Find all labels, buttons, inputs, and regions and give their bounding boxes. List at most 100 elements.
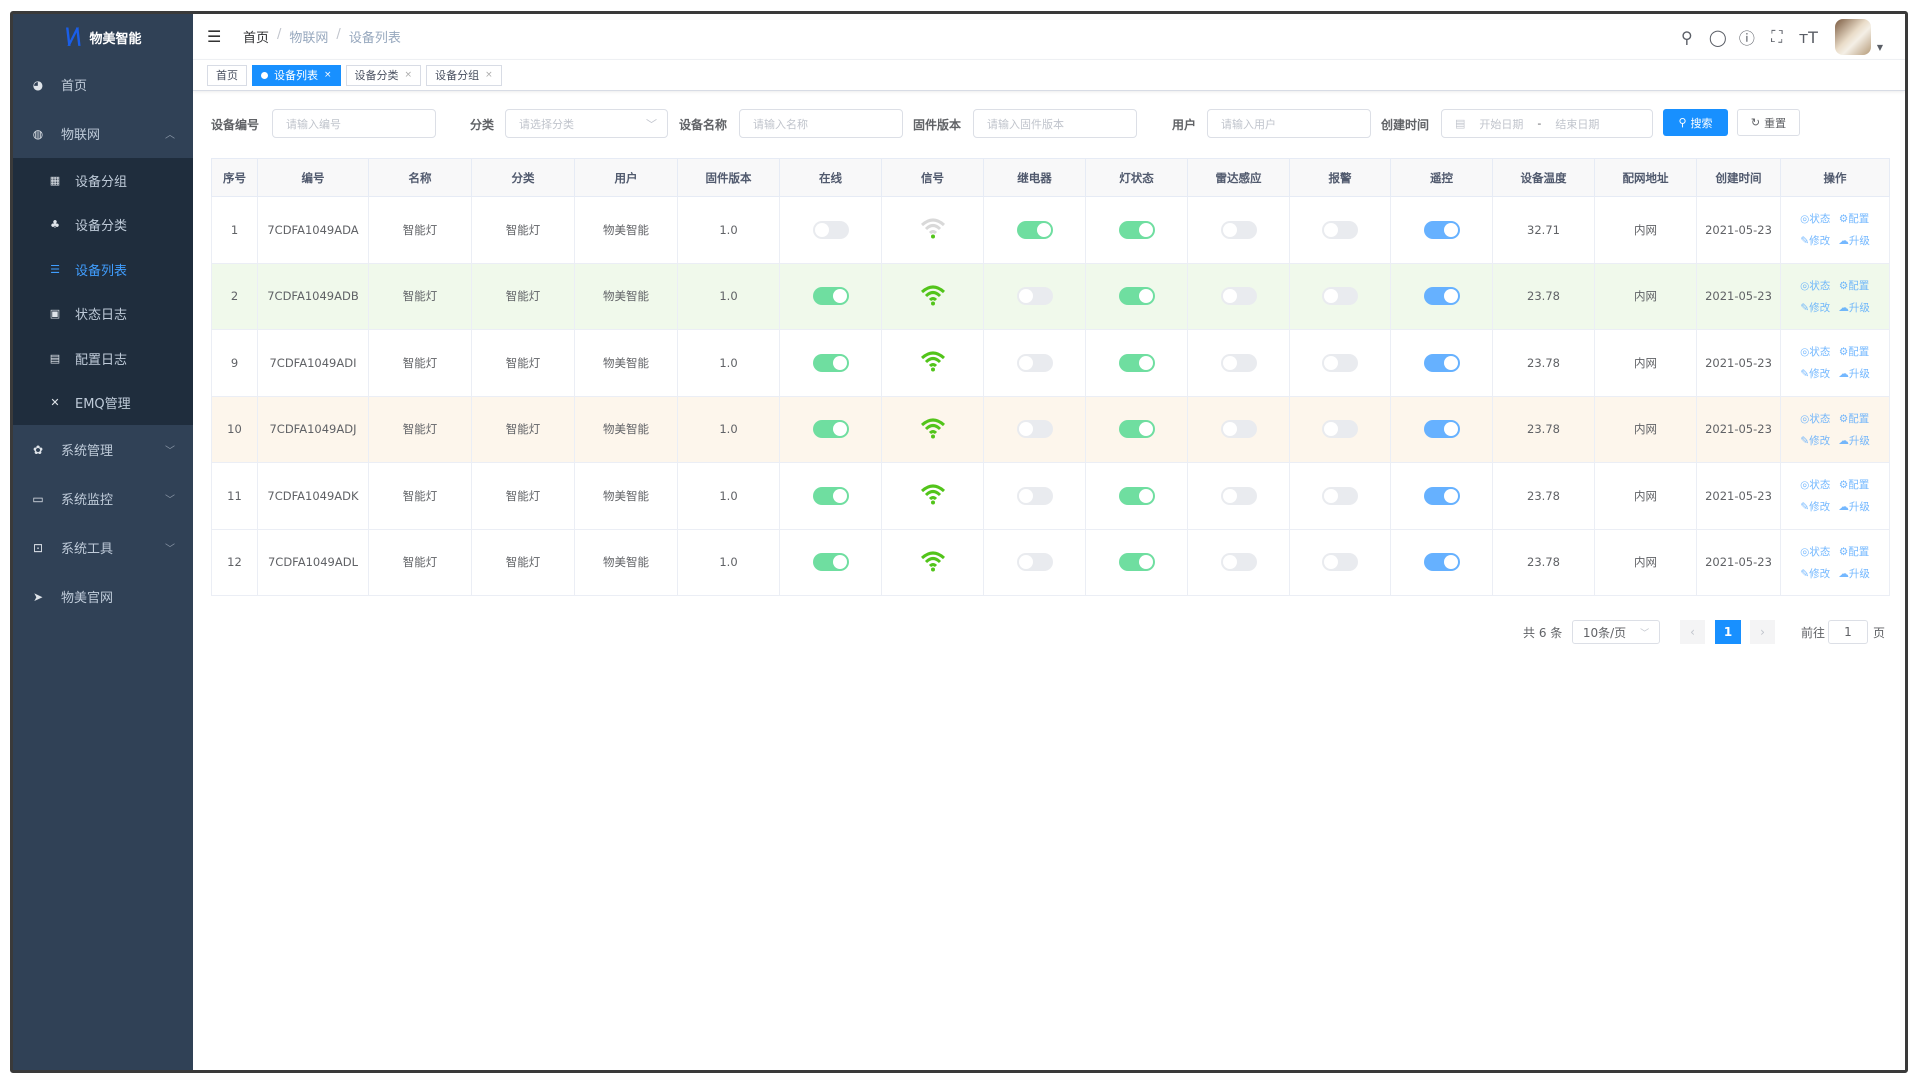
question-icon[interactable]: ⓘ <box>1739 25 1755 49</box>
reset-button[interactable]: ↻ 重置 <box>1737 109 1800 136</box>
relay-switch[interactable] <box>1016 287 1053 306</box>
remote-switch[interactable] <box>1423 553 1460 572</box>
category-select[interactable]: 请选择分类 ﹀ <box>505 109 668 138</box>
sidebar-item-website[interactable]: ➤ 物美官网 <box>13 572 193 621</box>
date-range-picker[interactable]: ▤ 开始日期 - 结束日期 <box>1441 109 1653 138</box>
status-link[interactable]: ◎状态 <box>1800 544 1830 559</box>
table-row[interactable]: 11 7CDFA1049ADK 智能灯 智能灯 物美智能 1.0 23.78 内网 2021-0… <box>211 462 1890 530</box>
table-row[interactable]: 2 7CDFA1049ADB 智能灯 智能灯 物美智能 1.0 23.78 内网 2021-05… <box>211 262 1890 330</box>
alarm-switch[interactable] <box>1322 553 1358 572</box>
alarm-switch[interactable] <box>1322 220 1358 239</box>
goto-page-input[interactable]: 1 <box>1828 620 1868 644</box>
table-row[interactable]: 10 7CDFA1049ADJ 智能灯 智能灯 物美智能 1.0 23.78 内网 2021-0… <box>211 395 1890 463</box>
upgrade-link[interactable]: ☁升级 <box>1838 433 1870 448</box>
light-switch[interactable] <box>1118 220 1155 239</box>
status-link[interactable]: ◎状态 <box>1800 477 1830 492</box>
sidebar-item-device-list[interactable]: ☰ 设备列表 <box>13 247 193 292</box>
table-row[interactable]: 12 7CDFA1049ADL 智能灯 智能灯 物美智能 1.0 23.78 内网 2021-0… <box>211 528 1890 596</box>
search-button[interactable]: ⚲ 搜索 <box>1663 109 1728 136</box>
sidebar-item-system[interactable]: ✿ 系统管理 ﹀ <box>13 425 193 474</box>
breadcrumb-item[interactable]: 首页 <box>243 27 269 46</box>
remote-switch[interactable] <box>1423 287 1460 306</box>
online-switch[interactable] <box>812 353 849 372</box>
remote-switch[interactable] <box>1423 353 1460 372</box>
status-link[interactable]: ◎状态 <box>1800 411 1830 426</box>
sidebar-item-home[interactable]: ◕ 首页 <box>13 60 193 109</box>
code-input[interactable]: 请输入编号 <box>272 109 436 138</box>
relay-switch[interactable] <box>1016 486 1053 505</box>
light-switch[interactable] <box>1118 353 1155 372</box>
status-link[interactable]: ◎状态 <box>1800 211 1830 226</box>
online-switch[interactable] <box>812 486 849 505</box>
table-row[interactable]: 1 7CDFA1049ADA 智能灯 智能灯 物美智能 1.0 32.71 内网 2021-05… <box>211 196 1890 264</box>
edit-link[interactable]: ✎修改 <box>1800 366 1830 381</box>
user-input[interactable]: 请输入用户 <box>1207 109 1371 138</box>
alarm-switch[interactable] <box>1322 287 1358 306</box>
relay-switch[interactable] <box>1016 220 1053 239</box>
edit-link[interactable]: ✎修改 <box>1800 433 1830 448</box>
close-icon[interactable]: × <box>405 70 413 80</box>
relay-switch[interactable] <box>1016 353 1053 372</box>
online-switch[interactable] <box>812 220 849 239</box>
tab-home[interactable]: 首页 <box>207 64 247 86</box>
config-link[interactable]: ⚙配置 <box>1838 211 1870 226</box>
github-icon[interactable]: ◯ <box>1709 28 1727 47</box>
relay-switch[interactable] <box>1016 553 1053 572</box>
name-input[interactable]: 请输入名称 <box>739 109 903 138</box>
end-date[interactable]: 结束日期 <box>1555 116 1599 132</box>
light-switch[interactable] <box>1118 486 1155 505</box>
config-link[interactable]: ⚙配置 <box>1838 411 1870 426</box>
config-link[interactable]: ⚙配置 <box>1838 477 1870 492</box>
relay-switch[interactable] <box>1016 420 1053 439</box>
radar-switch[interactable] <box>1220 420 1257 439</box>
light-switch[interactable] <box>1118 553 1155 572</box>
upgrade-link[interactable]: ☁升级 <box>1838 499 1870 514</box>
fullscreen-icon[interactable]: ⛶ <box>1769 27 1785 47</box>
radar-switch[interactable] <box>1220 486 1257 505</box>
upgrade-link[interactable]: ☁升级 <box>1838 566 1870 581</box>
edit-link[interactable]: ✎修改 <box>1800 300 1830 315</box>
upgrade-link[interactable]: ☁升级 <box>1838 366 1870 381</box>
config-link[interactable]: ⚙配置 <box>1838 544 1870 559</box>
menu-toggle-icon[interactable]: ☰ <box>207 27 227 46</box>
edit-link[interactable]: ✎修改 <box>1800 233 1830 248</box>
online-switch[interactable] <box>812 553 849 572</box>
close-icon[interactable]: × <box>324 70 332 80</box>
radar-switch[interactable] <box>1220 353 1257 372</box>
edit-link[interactable]: ✎修改 <box>1800 566 1830 581</box>
page-size-select[interactable]: 10条/页 ﹀ <box>1572 620 1660 644</box>
radar-switch[interactable] <box>1220 553 1257 572</box>
status-link[interactable]: ◎状态 <box>1800 278 1830 293</box>
prev-page-button[interactable]: ‹ <box>1680 620 1705 644</box>
start-date[interactable]: 开始日期 <box>1479 116 1523 132</box>
tab-device-category[interactable]: 设备分类 × <box>345 64 422 86</box>
sidebar-item-status-log[interactable]: ▣ 状态日志 <box>13 292 193 337</box>
edit-link[interactable]: ✎修改 <box>1800 499 1830 514</box>
sidebar-item-device-group[interactable]: ▦ 设备分组 <box>13 158 193 203</box>
upgrade-link[interactable]: ☁升级 <box>1838 300 1870 315</box>
table-row[interactable]: 9 7CDFA1049ADI 智能灯 智能灯 物美智能 1.0 23.78 内网 2021-05… <box>211 329 1890 397</box>
upgrade-link[interactable]: ☁升级 <box>1838 233 1870 248</box>
alarm-switch[interactable] <box>1322 486 1358 505</box>
avatar[interactable] <box>1834 19 1871 55</box>
online-switch[interactable] <box>812 420 849 439</box>
remote-switch[interactable] <box>1423 220 1460 239</box>
firmware-input[interactable]: 请输入固件版本 <box>973 109 1137 138</box>
tab-device-list[interactable]: 设备列表 × <box>252 64 341 86</box>
status-link[interactable]: ◎状态 <box>1800 344 1830 359</box>
search-icon[interactable]: ⚲ <box>1679 28 1695 47</box>
remote-switch[interactable] <box>1423 486 1460 505</box>
sidebar-item-device-category[interactable]: ♣ 设备分类 <box>13 203 193 248</box>
remote-switch[interactable] <box>1423 420 1460 439</box>
sidebar-item-emq[interactable]: ✕ EMQ管理 <box>13 381 193 426</box>
radar-switch[interactable] <box>1220 287 1257 306</box>
sidebar-item-iot[interactable]: ◍ 物联网 ︿ <box>13 109 193 158</box>
light-switch[interactable] <box>1118 420 1155 439</box>
next-page-button[interactable]: › <box>1750 620 1775 644</box>
sidebar-item-config-log[interactable]: ▤ 配置日志 <box>13 336 193 381</box>
font-size-icon[interactable]: тT <box>1799 28 1818 47</box>
alarm-switch[interactable] <box>1322 353 1358 372</box>
tab-device-group[interactable]: 设备分组 × <box>426 64 502 86</box>
page-1-button[interactable]: 1 <box>1715 620 1741 644</box>
sidebar-item-tools[interactable]: ⊡ 系统工具 ﹀ <box>13 523 193 572</box>
